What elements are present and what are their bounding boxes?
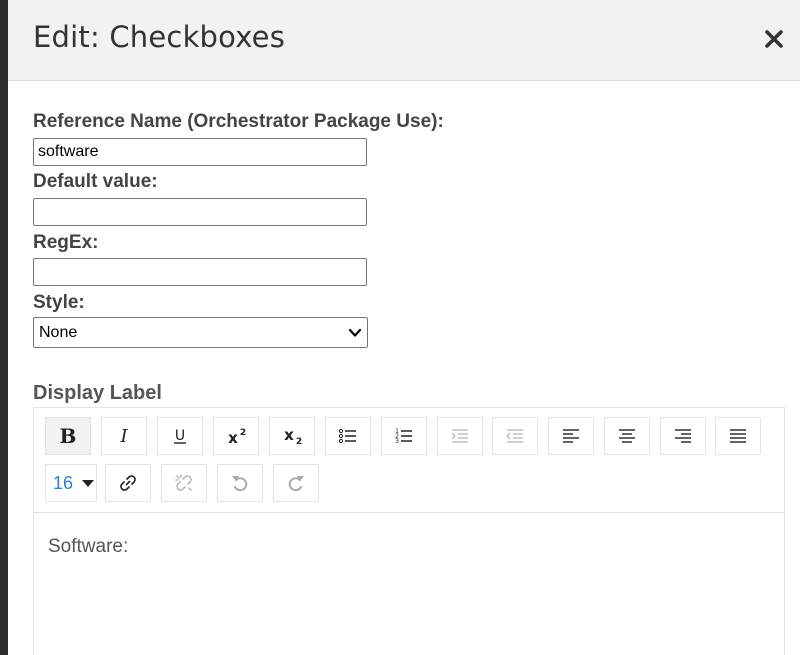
align-right-icon [675, 429, 691, 443]
align-right-button[interactable] [660, 417, 706, 455]
display-label-title: Display Label [33, 382, 162, 404]
link-icon [120, 475, 136, 491]
outdent-button[interactable] [492, 417, 538, 455]
numbered-list-icon: 1 2 3 [395, 428, 412, 445]
close-icon [765, 30, 783, 48]
style-select[interactable]: None [33, 317, 368, 348]
align-left-icon [563, 429, 579, 443]
underline-icon: U [174, 428, 186, 444]
bold-button[interactable]: B [45, 417, 91, 455]
bold-icon: B [60, 425, 77, 447]
indent-button[interactable] [437, 417, 483, 455]
indent-icon [451, 429, 468, 443]
redo-button[interactable] [273, 464, 319, 502]
unlink-button[interactable] [161, 464, 207, 502]
link-button[interactable] [105, 464, 151, 502]
svg-text:x: x [284, 426, 294, 444]
undo-button[interactable] [217, 464, 263, 502]
justify-icon [730, 429, 746, 443]
svg-text:x: x [228, 429, 238, 447]
dialog-title: Edit: Checkboxes [33, 20, 286, 54]
default-value-label: Default value: [33, 171, 158, 192]
style-select-value: None [39, 324, 78, 341]
editor-toolbar: B I U x 2 x 2 1 2 3 16 [34, 408, 784, 513]
align-center-button[interactable] [604, 417, 650, 455]
background-overlay [0, 0, 8, 655]
subscript-button[interactable]: x 2 [269, 417, 315, 455]
caret-down-icon [82, 480, 95, 487]
regex-input[interactable] [33, 258, 367, 286]
svg-text:3: 3 [395, 438, 399, 445]
default-value-input[interactable] [33, 198, 367, 226]
svg-text:2: 2 [240, 428, 246, 438]
bullet-list-button[interactable] [325, 417, 371, 455]
regex-label: RegEx: [33, 232, 99, 253]
reference-name-input[interactable] [33, 138, 367, 166]
rich-text-editor: B I U x 2 x 2 1 2 3 16 Software: [33, 407, 785, 655]
unlink-icon [175, 474, 192, 491]
italic-icon: I [119, 426, 128, 447]
numbered-list-button[interactable]: 1 2 3 [381, 417, 427, 455]
undo-icon [232, 476, 248, 492]
style-label: Style: [33, 292, 85, 313]
align-left-button[interactable] [548, 417, 594, 455]
font-size-value: 16 [53, 472, 74, 493]
justify-button[interactable] [715, 417, 761, 455]
superscript-button[interactable]: x 2 [213, 417, 259, 455]
superscript-icon: x 2 [228, 428, 246, 447]
chevron-down-icon [348, 328, 362, 337]
outdent-icon [506, 429, 523, 443]
bullet-list-icon [338, 428, 356, 444]
underline-button[interactable]: U [157, 417, 203, 455]
svg-text:I: I [119, 426, 128, 447]
editor-content[interactable]: Software: [48, 536, 128, 558]
svg-text:2: 2 [296, 437, 302, 447]
edit-dialog: Edit: Checkboxes Reference Name (Orchest… [8, 0, 800, 655]
subscript-icon: x 2 [284, 426, 302, 447]
font-size-dropdown[interactable]: 16 [45, 464, 97, 502]
svg-text:U: U [175, 428, 185, 444]
redo-icon [288, 476, 304, 492]
dialog-header: Edit: Checkboxes [8, 0, 800, 81]
reference-name-label: Reference Name (Orchestrator Package Use… [33, 111, 444, 132]
italic-button[interactable]: I [101, 417, 147, 455]
align-center-icon [619, 429, 635, 443]
svg-text:B: B [60, 425, 77, 447]
close-button[interactable] [762, 27, 786, 51]
